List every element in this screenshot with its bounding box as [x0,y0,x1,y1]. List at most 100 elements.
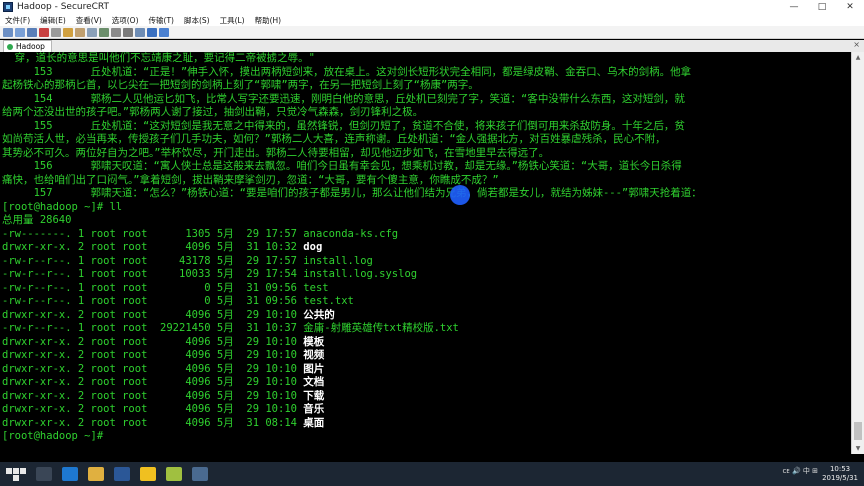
word-icon[interactable] [114,467,130,481]
file-name: anaconda-ks.cfg [303,227,399,240]
disconnect-icon[interactable] [39,27,49,37]
close-button[interactable]: ✕ [836,2,864,12]
about-icon[interactable] [159,27,169,37]
file-listing-row: -rw-r--r--. 1 root root 43178 5月 29 17:5… [2,255,373,269]
scrollbar-thumb[interactable] [854,422,862,440]
total-usage-line: 总用量 28640 [2,214,72,226]
file-name: 金庸-射雕英雄传txt精校版.txt [303,322,459,334]
directory-name: 下载 [303,389,325,402]
file-listing-row: drwxr-xr-x. 2 root root 4096 5月 29 10:10… [2,363,324,377]
tab-hadoop[interactable]: Hadoop [3,40,52,52]
file-listing-row: drwxr-xr-x. 2 root root 4096 5月 29 10:10… [2,390,324,404]
terminal-line: 157 郭啸天道：“怎么？”杨铁心道：“要是咱们的孩子都是男儿，那么让他们结为兄… [2,187,702,199]
directory-name: 桌面 [303,416,325,429]
file-meta: -rw-r--r--. 1 root root 0 5月 31 09:56 [2,295,304,307]
tab-label: Hadoop [16,42,45,51]
settings-icon[interactable] [111,27,121,37]
file-explorer-icon[interactable] [88,467,104,481]
file-listing-row: -rw-r--r--. 1 root root 0 5月 31 09:56 te… [2,295,354,309]
file-meta: drwxr-xr-x. 2 root root 4096 5月 29 10:10 [2,308,304,321]
file-listing-row: drwxr-xr-x. 2 root root 4096 5月 31 10:32… [2,241,322,255]
terminal-area[interactable]: 穿，道长的意思是叫他们不忘靖康之耻，要记得二帝被掳之辱。" 153 丘处机道：“… [0,52,851,454]
file-meta: drwxr-xr-x. 2 root root 4096 5月 29 10:10 [2,335,304,348]
menu-view[interactable]: 查看(V) [71,15,107,26]
window-title: Hadoop - SecureCRT [17,2,110,12]
title-bar: Hadoop - SecureCRT — □ ✕ [0,0,864,14]
file-meta: -rw-r--r--. 1 root root 10033 5月 29 17:5… [2,268,304,280]
final-prompt-line: [root@hadoop ~]# [2,430,104,442]
file-listing-row: drwxr-xr-x. 2 root root 4096 5月 29 10:10… [2,349,324,363]
terminal-line: 起杨铁心的那柄匕首，以匕尖在一把短剑的剑柄上刻了“郭啸”两字，在另一把短剑上刻了… [2,79,479,91]
terminal-line: 如尚苟活人世，必当再来，传授孩子们几手功夫，如何？”郭杨二人大喜，连声称谢。丘处… [2,133,666,145]
file-meta: -rw-r--r--. 1 root root 0 5月 31 09:56 [2,281,304,294]
start-icon[interactable] [6,464,26,484]
menu-bar: 文件(F) 编辑(E) 查看(V) 选项(O) 传输(T) 脚本(S) 工具(L… [0,14,864,26]
system-tray[interactable]: ᴄᴇ 🔊 中 ⊞ [782,466,818,476]
menu-script[interactable]: 脚本(S) [179,15,215,26]
directory-name: 文档 [303,376,325,388]
securecrt-app-icon [3,2,13,12]
terminal-line: 153 丘处机道：“正是！”伸手入怀，摸出两柄短剑来，放在桌上。这对剑长短形状完… [2,65,692,78]
file-listing-row: -rw-r--r--. 1 root root 29221450 5月 31 1… [2,322,459,336]
directory-name: 视频 [303,349,325,361]
file-listing-row: -rw-r--r--. 1 root root 10033 5月 29 17:5… [2,268,417,282]
securecrt-icon[interactable] [192,467,208,481]
terminal-line: 给两个还没出世的孩子吧。”郭杨两人谢了接过，抽剑出鞘，只觉冷气森森，剑刃锋利之极… [2,106,424,118]
minimize-button[interactable]: — [780,2,808,12]
terminal-line: 154 郭杨二人见他运匕如飞，比常人写字还要迅速，刚明白他的意思，丘处机已刻完了… [2,92,685,105]
command-prompt-line: [root@hadoop ~]# ll [2,200,123,213]
print-icon[interactable] [99,27,109,37]
file-meta: drwxr-xr-x. 2 root root 4096 5月 29 10:10 [2,349,304,361]
paste-icon[interactable] [75,27,85,37]
connect-icon[interactable] [3,27,13,37]
terminal-line: 155 丘处机道：“这对短剑是我无意之中得来的，虽然锋锐，但剑刃短了，贫道不合使… [2,119,685,132]
maximize-button[interactable]: □ [808,2,836,12]
menu-transfer[interactable]: 传输(T) [144,15,179,26]
terminal-line: 156 郭啸天叹道：“寓人侠士总是这般来去飘忽。咱们今日虽有幸会见，想乘机讨教，… [2,160,682,172]
connect-tab-icon[interactable] [27,27,37,37]
file-meta: drwxr-xr-x. 2 root root 4096 5月 29 10:10 [2,362,304,375]
file-listing-row: drwxr-xr-x. 2 root root 4096 5月 29 10:10… [2,376,324,390]
task-view-icon[interactable] [36,467,52,481]
menu-tools[interactable]: 工具(L) [215,15,250,26]
file-meta: drwxr-xr-x. 2 root root 4096 5月 31 08:14 [2,416,304,429]
file-meta: drwxr-xr-x. 2 root root 4096 5月 29 10:10 [2,389,304,402]
file-name: install.log.syslog [303,268,418,280]
app-icon[interactable] [140,467,156,481]
edge-icon[interactable] [62,467,78,481]
file-listing-row: drwxr-xr-x. 2 root root 4096 5月 29 10:10… [2,309,335,323]
vertical-scrollbar[interactable]: ▲ ▼ [851,52,864,454]
reconnect-icon[interactable] [51,27,61,37]
copy-icon[interactable] [63,27,73,37]
windows-taskbar: ᴄᴇ 🔊 中 ⊞ 10:53 2019/5/31 [0,462,864,486]
help-icon[interactable] [147,27,157,37]
clock[interactable]: 10:53 2019/5/31 [822,465,858,483]
scroll-down-arrow-icon[interactable]: ▼ [852,443,864,454]
scroll-up-arrow-icon[interactable]: ▲ [852,52,864,63]
file-meta: -rw-------. 1 root root 1305 5月 29 17:57 [2,227,304,240]
directory-name: 图片 [303,362,325,375]
file-meta: -rw-r--r--. 1 root root 43178 5月 29 17:5… [2,254,304,267]
options-icon[interactable] [123,27,133,37]
file-listing-row: -rw-------. 1 root root 1305 5月 29 17:57… [2,228,398,242]
file-meta: drwxr-xr-x. 2 root root 4096 5月 29 10:10 [2,403,304,415]
mouse-cursor-highlight [450,185,470,205]
directory-name: 模板 [303,335,325,348]
file-listing-row: drwxr-xr-x. 2 root root 4096 5月 29 10:10… [2,336,324,350]
clock-date: 2019/5/31 [822,474,858,482]
file-meta: drwxr-xr-x. 2 root root 4096 5月 29 10:10 [2,376,304,388]
menu-help[interactable]: 帮助(H) [250,15,287,26]
file-name: install.log [303,254,373,267]
tab-close-icon[interactable]: × [853,40,860,49]
app-icon[interactable] [166,467,182,481]
file-name: test [303,281,329,294]
sftp-icon[interactable] [135,27,145,37]
toolbar [0,26,864,39]
menu-options[interactable]: 选项(O) [107,15,144,26]
menu-edit[interactable]: 编辑(E) [35,15,71,26]
quick-connect-icon[interactable] [15,27,25,37]
menu-file[interactable]: 文件(F) [0,15,35,26]
file-listing-row: drwxr-xr-x. 2 root root 4096 5月 31 08:14… [2,417,324,431]
find-icon[interactable] [87,27,97,37]
session-tab-bar: Hadoop × [0,40,864,52]
